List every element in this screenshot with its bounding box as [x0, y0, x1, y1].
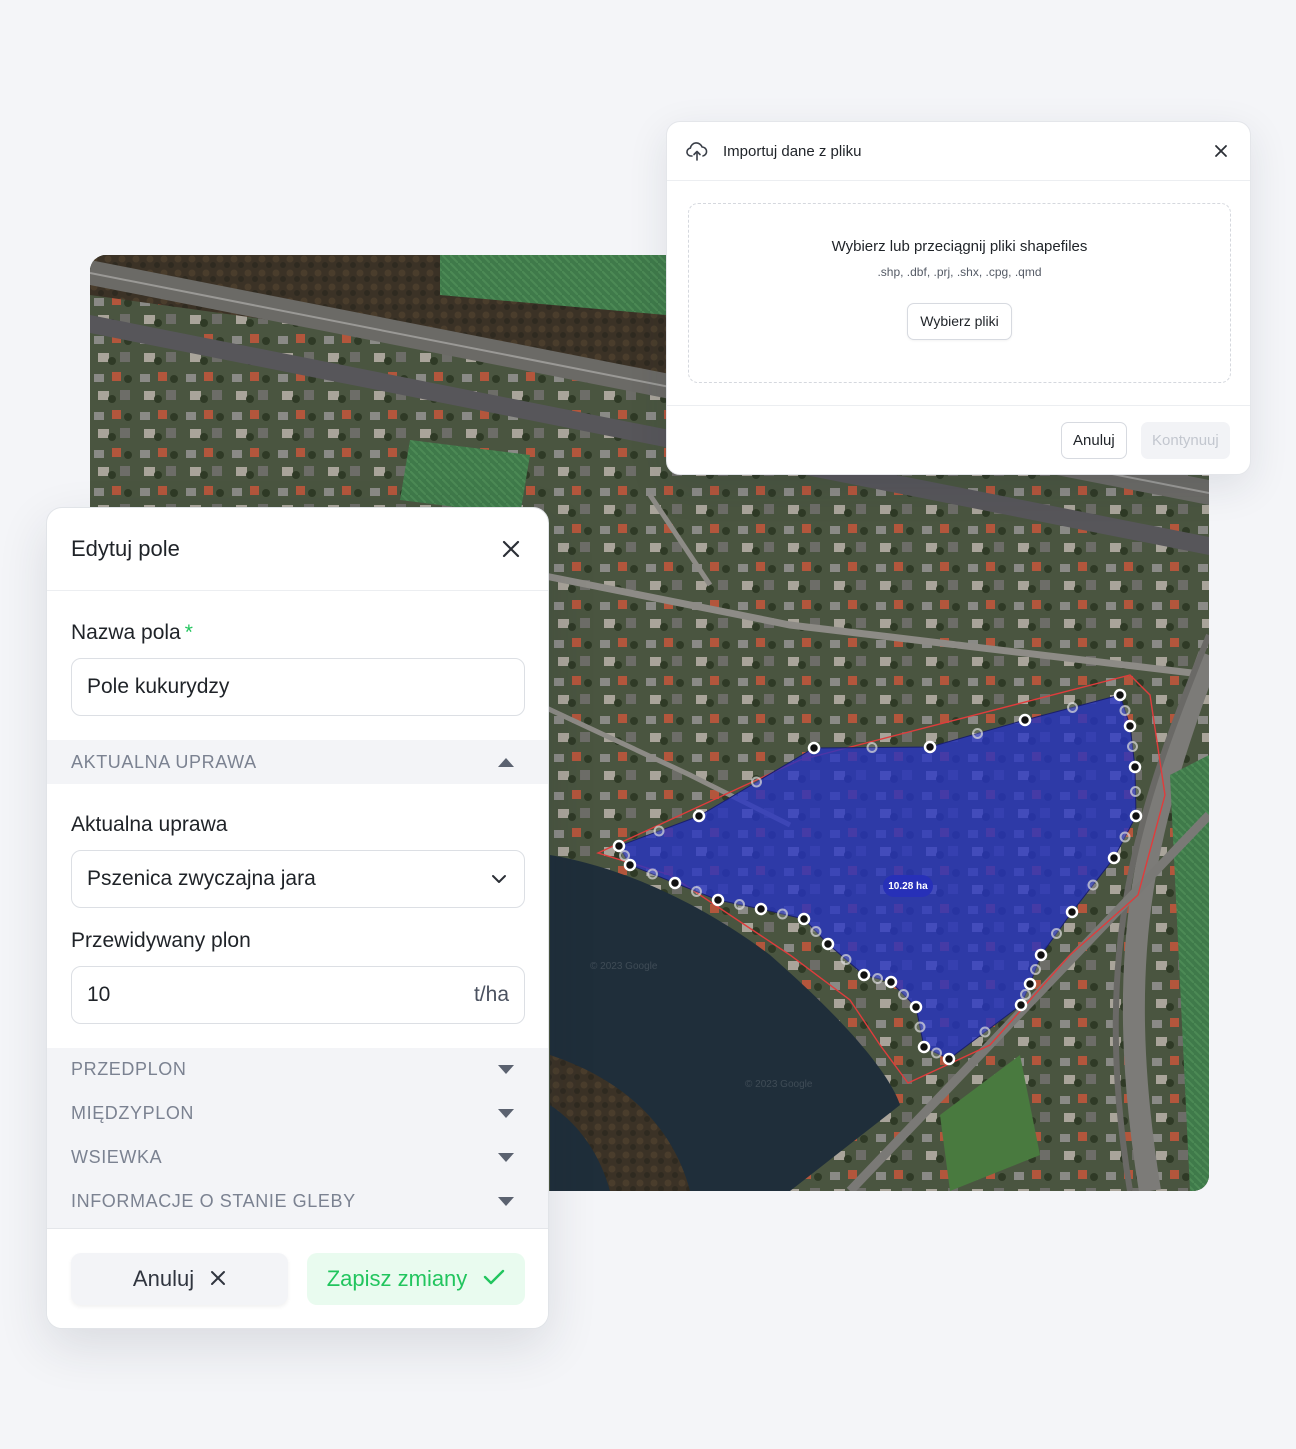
edit-panel-title: Edytuj pole — [71, 536, 180, 562]
file-dropzone[interactable]: Wybierz lub przeciągnij pliki shapefiles… — [688, 203, 1231, 383]
polygon-vertex-handle[interactable] — [925, 742, 935, 752]
polygon-vertex-handle[interactable] — [823, 939, 833, 949]
dropzone-title: Wybierz lub przeciągnij pliki shapefiles — [689, 238, 1230, 255]
import-dialog-footer: Anuluj Kontynuuj — [667, 405, 1250, 475]
choose-files-button[interactable]: Wybierz pliki — [907, 303, 1011, 340]
field-name-label: Nazwa pola* — [71, 621, 193, 645]
close-icon[interactable] — [1210, 140, 1232, 162]
polygon-midpoint-handle[interactable] — [842, 955, 851, 964]
close-icon[interactable] — [498, 536, 524, 562]
expected-yield-label: Przewidywany plon — [71, 929, 251, 953]
collapse-arrow-icon — [498, 758, 514, 767]
polygon-vertex-handle[interactable] — [1115, 690, 1125, 700]
edit-panel-footer: Anuluj Zapisz zmiany — [47, 1228, 548, 1329]
polygon-vertex-handle[interactable] — [1016, 1000, 1026, 1010]
map-watermark: © 2023 Google — [590, 961, 657, 972]
cloud-upload-icon — [685, 139, 709, 163]
polygon-midpoint-handle[interactable] — [873, 974, 882, 983]
close-icon — [210, 1266, 226, 1292]
polygon-vertex-handle[interactable] — [799, 914, 809, 924]
polygon-vertex-handle[interactable] — [1109, 853, 1119, 863]
polygon-midpoint-handle[interactable] — [692, 887, 701, 896]
field-area-label: 10.28 ha — [883, 875, 933, 897]
polygon-midpoint-handle[interactable] — [1121, 706, 1130, 715]
polygon-midpoint-handle[interactable] — [1021, 990, 1030, 999]
section-undersowing[interactable]: WSIEWKA — [47, 1135, 548, 1179]
import-dialog: Importuj dane z pliku Wybierz lub przeci… — [666, 121, 1251, 475]
polygon-vertex-handle[interactable] — [1125, 721, 1135, 731]
polygon-vertex-handle[interactable] — [713, 895, 723, 905]
current-crop-label: Aktualna uprawa — [71, 813, 227, 837]
map-watermark: © 2023 Google — [745, 1079, 812, 1090]
polygon-midpoint-handle[interactable] — [735, 900, 744, 909]
polygon-vertex-handle[interactable] — [625, 860, 635, 870]
polygon-vertex-handle[interactable] — [756, 904, 766, 914]
field-name-input[interactable]: Pole kukurydzy — [71, 658, 525, 716]
polygon-midpoint-handle[interactable] — [620, 851, 629, 860]
polygon-midpoint-handle[interactable] — [648, 870, 657, 879]
polygon-midpoint-handle[interactable] — [778, 910, 787, 919]
chevron-down-icon — [489, 869, 509, 889]
current-crop-select[interactable]: Pszenica zwyczajna jara — [71, 850, 525, 908]
section-previous-crop[interactable]: PRZEDPLON — [47, 1047, 548, 1091]
polygon-midpoint-handle[interactable] — [812, 927, 821, 936]
polygon-vertex-handle[interactable] — [911, 1002, 921, 1012]
section-current-crop[interactable]: AKTUALNA UPRAWA — [47, 740, 548, 784]
required-mark: * — [185, 621, 193, 644]
polygon-midpoint-handle[interactable] — [1121, 833, 1130, 842]
polygon-midpoint-handle[interactable] — [868, 743, 877, 752]
polygon-midpoint-handle[interactable] — [655, 827, 664, 836]
polygon-vertex-handle[interactable] — [809, 743, 819, 753]
polygon-midpoint-handle[interactable] — [1089, 881, 1098, 890]
expand-arrow-icon — [498, 1153, 514, 1162]
polygon-vertex-handle[interactable] — [886, 977, 896, 987]
polygon-midpoint-handle[interactable] — [916, 1023, 925, 1032]
polygon-vertex-handle[interactable] — [919, 1042, 929, 1052]
section-catch-crop[interactable]: MIĘDZYPLON — [47, 1091, 548, 1135]
edit-field-panel: Edytuj pole Nazwa pola* Pole kukurydzy A… — [46, 507, 549, 1329]
yield-unit: t/ha — [474, 983, 509, 1007]
cancel-button[interactable]: Anuluj — [71, 1253, 288, 1305]
polygon-vertex-handle[interactable] — [1130, 762, 1140, 772]
polygon-midpoint-handle[interactable] — [1068, 703, 1077, 712]
edit-panel-header: Edytuj pole — [47, 508, 548, 591]
polygon-vertex-handle[interactable] — [614, 841, 624, 851]
continue-button[interactable]: Kontynuuj — [1141, 422, 1230, 459]
polygon-vertex-handle[interactable] — [670, 878, 680, 888]
dropzone-file-types: .shp, .dbf, .prj, .shx, .cpg, .qmd — [689, 265, 1230, 279]
polygon-vertex-handle[interactable] — [859, 970, 869, 980]
polygon-vertex-handle[interactable] — [1067, 907, 1077, 917]
check-icon — [483, 1266, 505, 1292]
polygon-midpoint-handle[interactable] — [1031, 965, 1040, 974]
polygon-vertex-handle[interactable] — [1020, 715, 1030, 725]
save-changes-button[interactable]: Zapisz zmiany — [307, 1253, 525, 1305]
polygon-midpoint-handle[interactable] — [1128, 742, 1137, 751]
import-dialog-title: Importuj dane z pliku — [723, 143, 861, 160]
polygon-vertex-handle[interactable] — [1036, 950, 1046, 960]
polygon-vertex-handle[interactable] — [1025, 979, 1035, 989]
polygon-midpoint-handle[interactable] — [1131, 787, 1140, 796]
import-dialog-header: Importuj dane z pliku — [667, 122, 1250, 181]
polygon-midpoint-handle[interactable] — [752, 778, 761, 787]
polygon-midpoint-handle[interactable] — [1052, 929, 1061, 938]
expected-yield-input[interactable]: 10 t/ha — [71, 966, 525, 1024]
expand-arrow-icon — [498, 1109, 514, 1118]
polygon-vertex-handle[interactable] — [1131, 811, 1141, 821]
polygon-midpoint-handle[interactable] — [932, 1049, 941, 1058]
polygon-midpoint-handle[interactable] — [973, 729, 982, 738]
expand-arrow-icon — [498, 1197, 514, 1206]
expand-arrow-icon — [498, 1065, 514, 1074]
section-soil-info[interactable]: INFORMACJE O STANIE GLEBY — [47, 1179, 548, 1223]
polygon-vertex-handle[interactable] — [944, 1054, 954, 1064]
polygon-midpoint-handle[interactable] — [981, 1028, 990, 1037]
polygon-vertex-handle[interactable] — [694, 811, 704, 821]
import-cancel-button[interactable]: Anuluj — [1061, 422, 1127, 459]
polygon-midpoint-handle[interactable] — [899, 990, 908, 999]
